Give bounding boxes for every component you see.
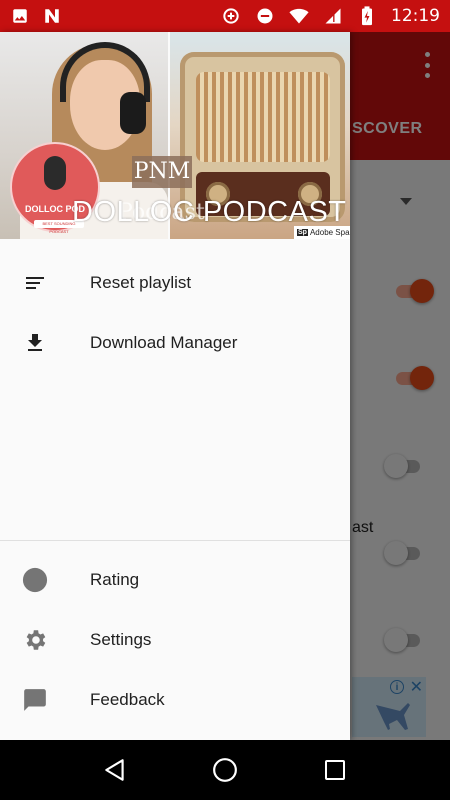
adobe-spark-label: Adobe Spark xyxy=(309,228,350,237)
back-icon[interactable] xyxy=(95,750,135,790)
menu-item-rating[interactable]: Rating xyxy=(0,550,350,610)
menu-item-label: Reset playlist xyxy=(90,273,192,292)
microphone-icon xyxy=(44,156,66,190)
feedback-icon xyxy=(22,687,48,713)
menu-item-feedback[interactable]: Feedback xyxy=(0,670,350,730)
download-icon xyxy=(22,330,48,356)
menu-item-label: Feedback xyxy=(90,690,165,709)
menu-item-reset-playlist[interactable]: Reset playlist xyxy=(0,253,350,313)
n-app-icon xyxy=(42,6,62,26)
gear-icon xyxy=(22,627,48,653)
pnm-label: PNM xyxy=(132,156,192,188)
system-nav-bar xyxy=(0,740,450,800)
rating-circle-icon xyxy=(22,567,48,593)
header-title: DOLLOC PODCAST xyxy=(72,196,347,228)
menu-item-download-manager[interactable]: Download Manager xyxy=(0,313,350,373)
home-icon[interactable] xyxy=(205,750,245,790)
menu-item-settings[interactable]: Settings xyxy=(0,610,350,670)
image-icon xyxy=(10,6,30,26)
menu-item-label: Download Manager xyxy=(90,333,238,352)
do-not-disturb-icon xyxy=(255,6,275,26)
battery-charging-icon xyxy=(357,6,377,26)
spark-logo-icon: Sp xyxy=(297,229,308,236)
drawer-divider xyxy=(0,540,350,541)
radio-grille xyxy=(196,72,330,162)
data-saver-icon xyxy=(221,6,241,26)
signal-icon xyxy=(323,6,343,26)
menu-item-label: Settings xyxy=(90,630,152,649)
adobe-spark-badge: SpAdobe Spark xyxy=(294,226,350,239)
drawer-header-banner: DOLLOC POD BEST SOUNDING PODCAST PNM Pod… xyxy=(0,32,350,239)
playlist-icon xyxy=(22,270,48,296)
navigation-drawer: DOLLOC POD BEST SOUNDING PODCAST PNM Pod… xyxy=(0,32,350,740)
headphone-cup xyxy=(120,92,146,134)
menu-item-label: Rating xyxy=(90,570,140,589)
recents-icon[interactable] xyxy=(315,750,355,790)
status-bar: 12:19 xyxy=(0,0,450,32)
wifi-icon xyxy=(289,6,309,26)
clock: 12:19 xyxy=(391,6,440,26)
